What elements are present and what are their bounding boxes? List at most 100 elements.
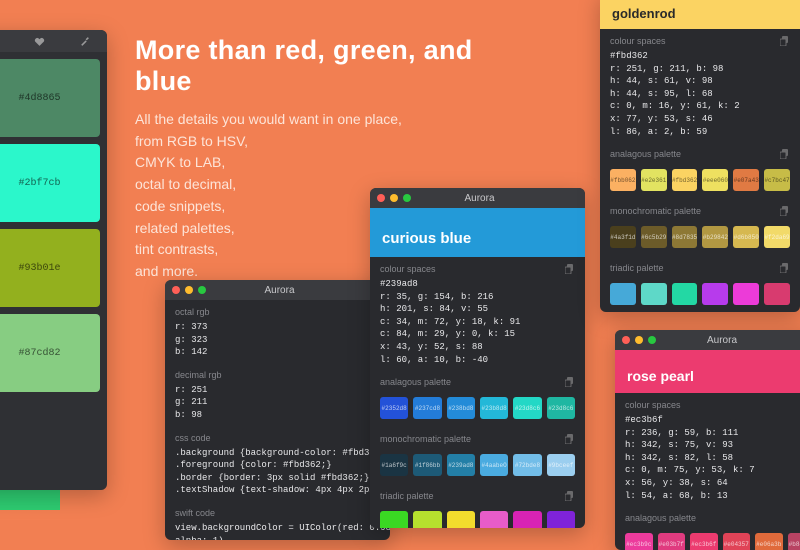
palette-swatch[interactable]: [610, 283, 636, 305]
colour-spaces-values: #ec3b6f r: 236, g: 59, b: 111 h: 342, s:…: [625, 414, 800, 502]
palette-swatch[interactable]: [480, 511, 508, 528]
gold-panel: goldenrod colour spaces #fbd362 r: 251, …: [600, 0, 800, 312]
palette-swatch[interactable]: [547, 511, 575, 528]
palette-swatch[interactable]: #4a3f1d: [610, 226, 636, 248]
palette-swatch[interactable]: #ec3b6f: [690, 533, 718, 550]
copy-icon[interactable]: [565, 377, 575, 387]
hero-title: More than red, green, and blue: [135, 35, 505, 97]
palette-swatch[interactable]: #fbb062: [610, 169, 636, 191]
palette-swatch[interactable]: #f2da69: [764, 226, 790, 248]
palette-swatch[interactable]: [702, 283, 728, 305]
swatch-card[interactable]: #2bf7cb: [0, 144, 100, 222]
swatch-card[interactable]: #93b01e: [0, 229, 100, 307]
palette-swatch[interactable]: #239ad8: [447, 454, 475, 476]
section-label: monochromatic palette: [610, 206, 701, 216]
eyedropper-icon[interactable]: [62, 30, 107, 52]
section-label: analagous palette: [625, 513, 696, 523]
grid-icon[interactable]: [0, 30, 17, 52]
swatch-card[interactable]: #4d8865: [0, 59, 100, 137]
copy-icon[interactable]: [780, 263, 790, 273]
code-panel: Aurora octal rgbr: 373 g: 323 b: 142deci…: [165, 280, 390, 540]
palette-swatch[interactable]: #1a6f9c: [380, 454, 408, 476]
palette-swatch[interactable]: #d6b850: [733, 226, 759, 248]
palette-swatch[interactable]: #eee060: [702, 169, 728, 191]
close-icon[interactable]: [172, 286, 180, 294]
swatch-card[interactable]: #87cd82: [0, 314, 100, 392]
palette-swatch[interactable]: [413, 511, 441, 528]
code-section: css code .background {background-color: #…: [165, 426, 390, 501]
copy-icon[interactable]: [780, 149, 790, 159]
section-label: decimal rgb: [175, 370, 222, 380]
color-name: rose pearl: [627, 368, 800, 384]
window-title: Aurora: [416, 193, 543, 204]
section-label: colour spaces: [380, 264, 436, 274]
palette-swatch[interactable]: #8d7835: [672, 226, 698, 248]
palette-swatch[interactable]: #e2e361: [641, 169, 667, 191]
color-name: curious blue: [382, 230, 573, 247]
copy-icon[interactable]: [780, 36, 790, 46]
code-sections: octal rgbr: 373 g: 323 b: 142decimal rgb…: [165, 300, 390, 540]
colour-spaces-section: colour spaces #239ad8 r: 35, g: 154, b: …: [370, 257, 585, 370]
section-label: analagous palette: [610, 149, 681, 159]
copy-icon[interactable]: [565, 264, 575, 274]
colour-spaces-section: colour spaces #fbd362 r: 251, g: 211, b:…: [600, 29, 800, 142]
minimize-icon[interactable]: [185, 286, 193, 294]
palette-swatch[interactable]: [733, 283, 759, 305]
section-label: swift code: [175, 508, 215, 518]
minimize-icon[interactable]: [635, 336, 643, 344]
palette-swatch[interactable]: [764, 283, 790, 305]
section-label: css code: [175, 433, 211, 443]
palette-swatch[interactable]: #b84363: [788, 533, 800, 550]
section-label: colour spaces: [610, 36, 666, 46]
code-text: r: 373 g: 323 b: 142: [175, 321, 380, 359]
close-icon[interactable]: [622, 336, 630, 344]
color-header: curious blue: [370, 208, 585, 257]
palette-swatch[interactable]: [380, 511, 408, 528]
zoom-icon[interactable]: [403, 194, 411, 202]
close-icon[interactable]: [377, 194, 385, 202]
palette-swatch[interactable]: #9bceef: [547, 454, 575, 476]
palette-swatch[interactable]: #c7bc47: [764, 169, 790, 191]
zoom-icon[interactable]: [198, 286, 206, 294]
palette-swatch[interactable]: #4aabeO: [480, 454, 508, 476]
section-label: colour spaces: [625, 400, 681, 410]
palette-swatch[interactable]: #238bd8: [447, 397, 475, 419]
zoom-icon[interactable]: [648, 336, 656, 344]
minimize-icon[interactable]: [390, 194, 398, 202]
section-label: analagous palette: [380, 377, 451, 387]
swatch-cards: #4d8865#2bf7cb#93b01e#87cd82: [0, 52, 107, 399]
palette-swatch[interactable]: #ec3b9c: [625, 533, 653, 550]
palette-swatch[interactable]: #23d8c6: [513, 397, 541, 419]
palette-swatch[interactable]: [641, 283, 667, 305]
code-section: decimal rgbr: 251 g: 211 b: 98: [165, 363, 390, 426]
copy-icon[interactable]: [780, 206, 790, 216]
palette-swatch[interactable]: #e03b7f: [658, 533, 686, 550]
palette-swatch[interactable]: #fbd362: [672, 169, 698, 191]
colour-spaces-values: #239ad8 r: 35, g: 154, b: 216 h: 201, s:…: [380, 278, 575, 366]
palette-swatch[interactable]: #1f86bb: [413, 454, 441, 476]
triadic-section: triadic palette: [370, 484, 585, 509]
palette-swatch[interactable]: [672, 283, 698, 305]
palette-swatch[interactable]: [447, 511, 475, 528]
palette-swatch[interactable]: #6c5b29: [641, 226, 667, 248]
swatch-toolbar: [0, 30, 107, 52]
palette-swatch[interactable]: [513, 511, 541, 528]
palette-swatch[interactable]: #2352d8: [380, 397, 408, 419]
palette-swatch[interactable]: #23d8c6: [547, 397, 575, 419]
analagous-section: analagous palette: [370, 370, 585, 395]
palette-swatch[interactable]: #e06a3b: [755, 533, 783, 550]
palette-swatch[interactable]: #e07a43: [733, 169, 759, 191]
palette-swatch[interactable]: #b29842: [702, 226, 728, 248]
code-section: swift codeview.backgroundColor = UIColor…: [165, 501, 390, 540]
code-titlebar: Aurora: [165, 280, 390, 300]
window-title: Aurora: [661, 335, 783, 346]
swatch-row: #2352d8#237cd8#238bd8#23b8d8#23d8c6#23d8…: [370, 395, 585, 427]
code-text: .background {background-color: #fbd362;}…: [175, 447, 380, 497]
palette-swatch[interactable]: #237cd8: [413, 397, 441, 419]
heart-icon[interactable]: [17, 30, 62, 52]
palette-swatch[interactable]: #23b8d8: [480, 397, 508, 419]
palette-swatch[interactable]: #e04357: [723, 533, 751, 550]
section-label: monochromatic palette: [380, 434, 471, 444]
copy-icon[interactable]: [565, 434, 575, 444]
palette-swatch[interactable]: #72bde8: [513, 454, 541, 476]
